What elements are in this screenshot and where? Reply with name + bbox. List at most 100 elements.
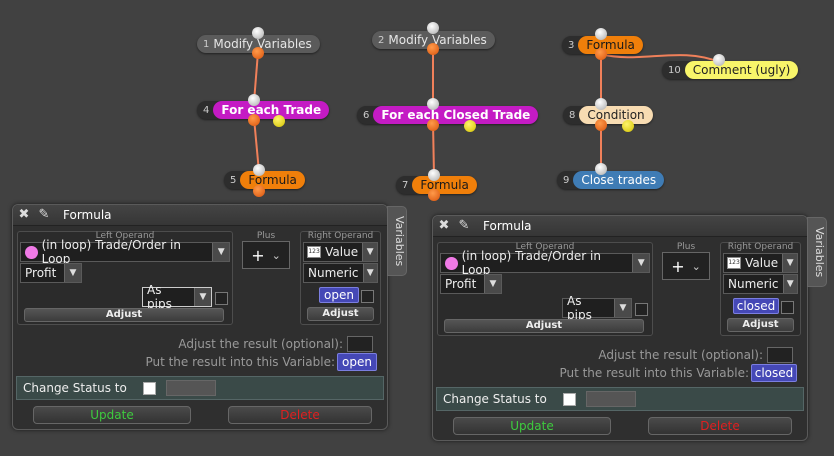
left-unit-checkbox[interactable] — [635, 303, 648, 316]
panel-title: Formula — [483, 219, 532, 233]
left-unit-select[interactable]: As pips ▼ — [142, 283, 212, 311]
change-status-checkbox[interactable] — [142, 381, 156, 395]
node-label: Formula — [412, 176, 477, 194]
chevron-down-icon: ▼ — [632, 254, 649, 272]
close-icon[interactable]: ✖ — [17, 208, 31, 222]
panel-titlebar: ✖ ✎ Formula — [433, 216, 807, 237]
formula-panel-2: ✖ ✎ Formula Left Operand (in loop) Trade… — [432, 215, 808, 441]
output-port-icon[interactable] — [428, 189, 440, 201]
input-port-icon[interactable] — [428, 169, 440, 181]
right-value-pill[interactable]: open — [319, 287, 359, 303]
change-status-input[interactable] — [165, 380, 216, 396]
result-variable-pill[interactable]: open — [337, 353, 377, 371]
select-value: (in loop) Trade/Order in Loop — [461, 249, 601, 277]
left-adjust-button[interactable]: Adjust — [444, 319, 644, 333]
result-variable-pill[interactable]: closed — [751, 364, 797, 382]
operator-select[interactable]: + ⌄ — [242, 241, 290, 269]
loop-port-icon[interactable] — [464, 120, 476, 132]
output-port-icon[interactable] — [252, 47, 264, 59]
right-kind-select[interactable]: 123 Value ▼ — [303, 242, 378, 262]
node-number: 7 — [402, 179, 409, 191]
chevron-down-icon: ▼ — [484, 275, 501, 293]
node-label: Close trades — [573, 171, 665, 189]
input-port-icon[interactable] — [248, 94, 260, 106]
right-value-pill[interactable]: closed — [733, 298, 779, 314]
right-value-checkbox[interactable] — [781, 301, 794, 314]
condition-port-icon[interactable] — [622, 120, 634, 132]
input-port-icon[interactable] — [252, 27, 264, 39]
adjust-result-input[interactable] — [767, 347, 793, 363]
left-unit-checkbox[interactable] — [215, 292, 228, 305]
right-operand-caption: Right Operand — [307, 231, 374, 241]
right-operand-box: Right Operand 123 Value ▼ Numeric ▼ open… — [300, 231, 381, 325]
node-number: 2 — [378, 34, 385, 46]
select-value: As pips — [147, 283, 172, 311]
change-status-checkbox[interactable] — [562, 392, 576, 406]
input-port-icon[interactable] — [595, 163, 607, 175]
node-number: 9 — [563, 174, 570, 186]
right-type-select[interactable]: Numeric ▼ — [303, 263, 378, 283]
left-subfield-select[interactable]: Profit ▼ — [440, 274, 502, 294]
left-operand-select[interactable]: (in loop) Trade/Order in Loop ▼ — [20, 238, 230, 266]
left-subfield-select[interactable]: Profit ▼ — [20, 263, 82, 283]
input-port-icon[interactable] — [595, 28, 607, 40]
variables-tab[interactable]: Variables — [387, 206, 407, 276]
pin-icon[interactable]: ✎ — [37, 208, 51, 222]
left-operand-box: Left Operand (in loop) Trade/Order in Lo… — [17, 231, 233, 325]
input-port-icon[interactable] — [253, 164, 265, 176]
delete-button[interactable]: Delete — [228, 406, 372, 424]
chevron-down-icon: ▼ — [362, 243, 377, 261]
chevron-down-icon: ▼ — [614, 299, 631, 317]
select-value: As pips — [567, 294, 592, 322]
update-button[interactable]: Update — [453, 417, 611, 435]
right-adjust-button[interactable]: Adjust — [727, 318, 794, 332]
adjust-result-label: Adjust the result (optional): — [598, 348, 763, 362]
chevron-down-icon: ⌄ — [271, 248, 281, 262]
operator-value: + — [251, 245, 265, 265]
operator-value: + — [671, 256, 685, 276]
left-unit-select[interactable]: As pips ▼ — [562, 294, 632, 322]
right-kind-select[interactable]: 123 Value ▼ — [723, 253, 798, 273]
loop-port-icon[interactable] — [273, 115, 285, 127]
input-port-icon[interactable] — [427, 22, 439, 34]
node-condition[interactable]: 8 Condition — [563, 106, 653, 124]
formula-panel-1: ✖ ✎ Formula Left Operand (in loop) Trade… — [12, 204, 388, 430]
left-operand-select[interactable]: (in loop) Trade/Order in Loop ▼ — [440, 249, 650, 277]
output-port-icon[interactable] — [427, 43, 439, 55]
input-port-icon[interactable] — [713, 54, 725, 66]
output-port-icon[interactable] — [248, 114, 260, 126]
chevron-down-icon: ▼ — [782, 275, 797, 293]
panel-titlebar: ✖ ✎ Formula — [13, 205, 387, 226]
delete-button[interactable]: Delete — [648, 417, 792, 435]
left-adjust-button[interactable]: Adjust — [24, 308, 224, 322]
update-button[interactable]: Update — [33, 406, 191, 424]
node-for-each-closed-trade[interactable]: 6 For each Closed Trade — [357, 106, 539, 124]
node-number: 10 — [668, 64, 681, 76]
right-value-checkbox[interactable] — [361, 290, 374, 303]
input-port-icon[interactable] — [595, 98, 607, 110]
pin-icon[interactable]: ✎ — [457, 219, 471, 233]
node-comment[interactable]: 10 Comment (ugly) — [662, 61, 799, 79]
node-label: Comment (ugly) — [684, 61, 799, 79]
node-number: 3 — [568, 39, 575, 51]
close-icon[interactable]: ✖ — [437, 219, 451, 233]
result-variable-label: Put the result into this Variable: — [145, 355, 335, 369]
output-port-icon[interactable] — [253, 185, 265, 197]
chevron-down-icon: ▼ — [362, 264, 377, 282]
adjust-result-label: Adjust the result (optional): — [178, 337, 343, 351]
input-port-icon[interactable] — [427, 98, 439, 110]
select-value: Value — [325, 245, 359, 259]
change-status-input[interactable] — [585, 391, 636, 407]
operator-select[interactable]: + ⌄ — [662, 252, 710, 280]
output-port-icon[interactable] — [595, 119, 607, 131]
node-for-each-trade[interactable]: 4 For each Trade — [197, 101, 330, 119]
node-number: 8 — [569, 109, 576, 121]
output-port-icon[interactable] — [595, 48, 607, 60]
variables-tab[interactable]: Variables — [807, 217, 827, 287]
output-port-icon[interactable] — [427, 119, 439, 131]
right-type-select[interactable]: Numeric ▼ — [723, 274, 798, 294]
node-close-trades[interactable]: 9 Close trades — [557, 171, 665, 189]
node-formula-5[interactable]: 5 Formula — [224, 171, 305, 189]
adjust-result-input[interactable] — [347, 336, 373, 352]
right-adjust-button[interactable]: Adjust — [307, 307, 374, 321]
